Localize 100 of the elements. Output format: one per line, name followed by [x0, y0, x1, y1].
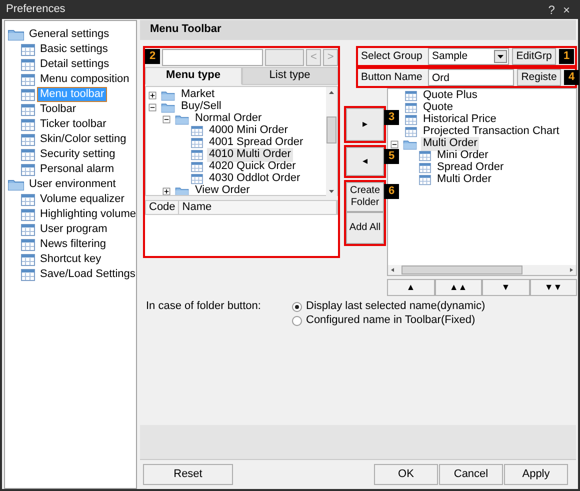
dialog-button[interactable]: Cancel — [439, 464, 503, 485]
option-label: In case of folder button: — [146, 300, 262, 314]
sidebar-item[interactable]: Detail settings — [38, 58, 112, 72]
order-button[interactable]: ▲ — [387, 279, 434, 296]
sidebar-group[interactable]: General settings — [27, 28, 112, 42]
document-icon — [191, 162, 203, 172]
document-icon — [21, 254, 35, 266]
window-title: Preferences — [6, 2, 66, 16]
document-icon — [191, 150, 203, 160]
tree-item[interactable]: Spread Order — [435, 161, 506, 175]
folder-icon — [175, 113, 189, 125]
tree-item[interactable]: Quote — [421, 101, 455, 115]
number-badge: 3 — [384, 110, 399, 125]
sidebar-item[interactable]: News filtering — [38, 238, 108, 252]
tree-item[interactable]: Market — [179, 88, 217, 102]
tree-item[interactable]: Projected Transaction Chart — [421, 125, 562, 139]
dialog-button[interactable]: Apply — [504, 464, 568, 485]
sidebar-item[interactable]: Menu composition — [38, 72, 132, 86]
number-badge: 5 — [384, 149, 399, 164]
tree-item[interactable]: Quote Plus — [421, 89, 480, 103]
document-icon — [419, 174, 431, 186]
sidebar-item[interactable]: Skin/Color setting — [38, 132, 128, 146]
folder-icon — [175, 185, 189, 195]
radio-button[interactable] — [292, 316, 302, 326]
document-icon — [21, 194, 35, 206]
document-icon — [405, 102, 417, 114]
button-name-field[interactable]: Ord — [428, 69, 514, 86]
close-button[interactable]: × — [558, 4, 574, 16]
tree-item[interactable]: 4030 Oddlot Order — [207, 172, 302, 186]
document-icon — [21, 104, 35, 116]
help-button[interactable]: ? — [544, 4, 559, 16]
document-icon — [21, 208, 35, 220]
document-icon — [21, 44, 35, 56]
tree-item[interactable]: 4001 Spread Order — [207, 136, 306, 150]
tree-item[interactable]: 4010 Multi Order — [207, 148, 293, 162]
tree-item[interactable]: 4000 Mini Order — [207, 124, 290, 138]
sidebar-item[interactable]: Highlighting volume — [38, 208, 138, 222]
document-icon — [405, 90, 417, 102]
tree-item[interactable]: Mini Order — [435, 149, 490, 163]
order-button[interactable]: ▼▼ — [530, 279, 577, 296]
action-button[interactable]: Add All — [346, 212, 384, 244]
radio-label[interactable]: Configured name in Toolbar(Fixed) — [306, 314, 476, 328]
collapse-icon[interactable] — [162, 115, 170, 123]
tree-item[interactable]: Buy/Sell — [179, 100, 224, 114]
reset-button[interactable]: Reset — [143, 464, 233, 485]
sidebar-item[interactable]: Shortcut key — [38, 252, 104, 266]
document-icon — [21, 58, 35, 70]
sidebar-item[interactable]: Toolbar — [38, 102, 78, 116]
field-label: Select Group — [361, 50, 424, 64]
folder-icon — [161, 101, 175, 113]
expand-icon[interactable] — [162, 187, 170, 195]
radio-label[interactable]: Display last selected name(dynamic) — [306, 300, 486, 314]
document-icon — [191, 126, 203, 136]
folder-icon — [8, 178, 24, 191]
search-field[interactable] — [162, 49, 263, 66]
tree-item[interactable]: Normal Order — [193, 112, 264, 126]
dialog-button[interactable]: OK — [374, 464, 438, 485]
document-icon — [21, 238, 35, 250]
action-button[interactable]: Create Folder — [346, 182, 384, 212]
collapse-icon[interactable] — [390, 140, 398, 148]
radio-button[interactable] — [292, 302, 302, 312]
tree-item[interactable]: Multi Order — [421, 137, 480, 151]
tree-item[interactable]: Multi Order — [435, 173, 494, 187]
group-select[interactable]: Sample — [428, 48, 509, 65]
sidebar-group[interactable]: User environment — [27, 178, 118, 192]
order-button[interactable]: ▲▲ — [434, 279, 482, 296]
tree-item[interactable]: Historical Price — [421, 113, 498, 127]
document-icon — [405, 114, 417, 126]
document-icon — [21, 118, 35, 130]
document-icon — [21, 134, 35, 146]
tab[interactable]: List type — [242, 67, 338, 85]
page-title: Menu Toolbar — [140, 20, 576, 40]
tree-item[interactable]: View Order — [193, 184, 252, 195]
tab[interactable]: Menu type — [145, 67, 242, 85]
document-icon — [191, 138, 203, 148]
move-button[interactable]: ▸ — [346, 108, 384, 141]
column-header[interactable]: Code — [146, 201, 180, 214]
order-button[interactable]: ▼ — [482, 279, 530, 296]
sidebar-item[interactable]: User program — [38, 222, 110, 236]
collapse-icon[interactable] — [148, 103, 156, 111]
expand-icon[interactable] — [148, 91, 156, 99]
move-button[interactable]: ◂ — [346, 147, 384, 176]
edit-group-button[interactable]: EditGrp — [512, 48, 556, 65]
tree-item[interactable]: 4020 Quick Order — [207, 160, 298, 174]
document-icon — [21, 74, 35, 86]
sidebar-item[interactable]: Basic settings — [38, 42, 110, 56]
document-icon — [21, 88, 35, 100]
sidebar-item[interactable]: Ticker toolbar — [38, 118, 108, 132]
number-badge: 4 — [564, 70, 579, 85]
dropdown-icon — [494, 50, 507, 63]
folder-icon — [161, 89, 175, 101]
select-value: Sample — [432, 50, 468, 64]
sidebar-item[interactable]: Volume equalizer — [38, 192, 126, 206]
document-icon — [21, 164, 35, 176]
column-header[interactable]: Name — [179, 201, 337, 214]
register-button[interactable]: Registe — [517, 69, 561, 86]
sidebar-item[interactable]: Personal alarm — [38, 162, 116, 176]
sidebar-item[interactable]: Security setting — [38, 148, 118, 162]
sidebar-item[interactable]: Save/Load Settings — [38, 268, 138, 282]
document-icon — [419, 150, 431, 162]
